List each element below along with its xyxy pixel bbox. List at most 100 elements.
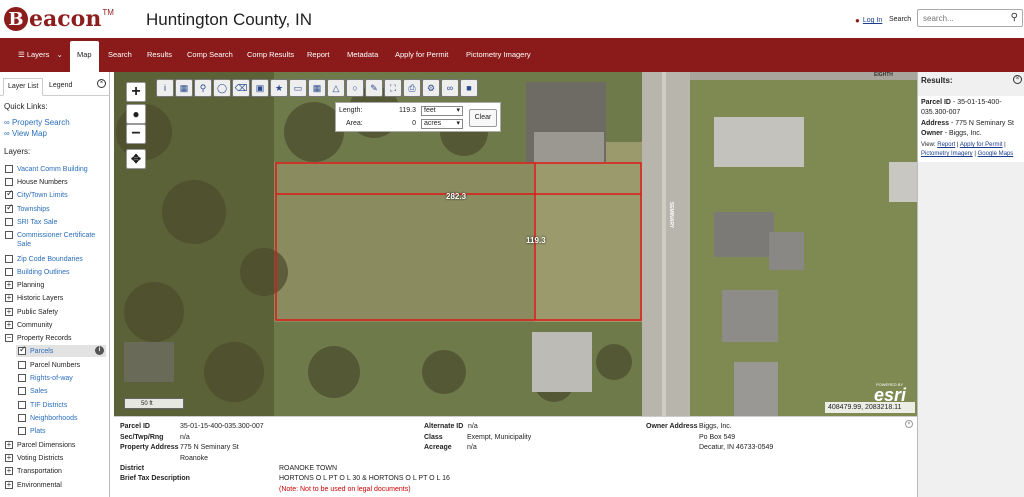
checkbox[interactable] — [5, 231, 13, 239]
zoom-in-button[interactable]: + — [126, 82, 146, 102]
close-icon[interactable]: × — [1013, 75, 1022, 84]
layer-group-environmental[interactable]: + Environmental — [5, 481, 62, 489]
plus-icon[interactable]: + — [5, 294, 13, 302]
checkbox[interactable] — [18, 401, 26, 409]
plus-icon[interactable]: + — [5, 467, 13, 475]
layer-city-town-limits[interactable]: City/Town Limits — [5, 188, 68, 199]
settings-icon[interactable]: ⚙ — [422, 79, 440, 97]
map-view[interactable]: SEMINARY EIGHTH 282.3 119.3 + ● − ✥ i ▦ … — [114, 72, 917, 416]
plus-icon[interactable]: + — [5, 454, 13, 462]
layer-parcel-numbers[interactable]: Parcel Numbers — [18, 361, 80, 369]
measure-area-icon[interactable]: △ — [327, 79, 345, 97]
layer-parcels[interactable]: Parcels — [18, 344, 53, 355]
checkbox[interactable] — [18, 374, 26, 382]
layer-rights-of-way[interactable]: Rights-of-way — [18, 374, 73, 382]
layer-zip-codes[interactable]: Zip Code Boundaries — [5, 255, 83, 263]
checkbox[interactable] — [5, 165, 13, 173]
search-icon[interactable]: ⚲ — [1011, 12, 1018, 23]
nav-layers[interactable]: ☰ Layers ⌄ — [18, 38, 63, 72]
search-box[interactable]: ⚲ — [917, 9, 1023, 27]
measure-circle-icon[interactable]: ○ — [346, 79, 364, 97]
area-unit-select[interactable]: acres — [421, 119, 463, 129]
view-map-link[interactable]: ∞ View Map — [4, 129, 47, 138]
layer-neighborhoods[interactable]: Neighborhoods — [18, 414, 77, 422]
identify-icon[interactable]: i — [156, 79, 174, 97]
layer-group-community[interactable]: + Community — [5, 321, 52, 329]
tab-legend[interactable]: Legend — [45, 78, 76, 96]
layer-tif-districts[interactable]: TIF Districts — [18, 401, 67, 409]
highlight-icon[interactable]: ★ — [270, 79, 288, 97]
checkbox[interactable] — [18, 414, 26, 422]
property-search-link[interactable]: ∞ Property Search — [4, 118, 70, 127]
nav-pictometry[interactable]: Pictometry Imagery — [466, 38, 531, 72]
save-icon[interactable]: ■ — [460, 79, 478, 97]
login-link[interactable]: Log In — [863, 17, 882, 24]
checkbox-checked[interactable] — [18, 344, 27, 355]
layer-townships[interactable]: Townships — [5, 202, 50, 213]
layer-plats[interactable]: Plats — [18, 427, 46, 435]
zoom-out-button[interactable]: − — [126, 124, 146, 144]
zoom-select-icon[interactable]: ⚲ — [194, 79, 212, 97]
nav-comp-results[interactable]: Comp Results — [247, 38, 294, 72]
apply-permit-link[interactable]: Apply for Permit — [960, 142, 1003, 148]
layer-group-property-records[interactable]: − Property Records — [5, 334, 71, 342]
layer-building-outlines[interactable]: Building Outlines — [5, 268, 70, 276]
checkbox[interactable] — [18, 361, 26, 369]
clear-button[interactable]: Clear — [469, 109, 497, 127]
length-unit-select[interactable]: feet — [421, 106, 463, 116]
lasso-icon[interactable]: ◯ — [213, 79, 231, 97]
layer-group-transportation[interactable]: + Transportation — [5, 467, 62, 475]
nav-comp-search[interactable]: Comp Search — [187, 38, 233, 72]
close-icon[interactable]: × — [905, 420, 913, 428]
full-extent-icon[interactable]: ⛶ — [384, 79, 402, 97]
plus-icon[interactable]: + — [5, 481, 13, 489]
layers-icon[interactable]: ▭ — [289, 79, 307, 97]
pictometry-link[interactable]: Pictometry Imagery — [921, 151, 973, 157]
close-icon[interactable]: × — [97, 79, 106, 88]
google-maps-link[interactable]: Google Maps — [978, 151, 1014, 157]
plus-icon[interactable]: + — [5, 321, 13, 329]
minus-icon[interactable]: − — [5, 334, 13, 342]
nav-search[interactable]: Search — [108, 38, 132, 72]
layer-group-public-safety[interactable]: + Public Safety — [5, 308, 58, 316]
grid-icon[interactable]: ▦ — [308, 79, 326, 97]
result-card[interactable]: Parcel ID - 35-01-15-400- 035.300-007 Ad… — [918, 96, 1024, 162]
globe-icon[interactable]: ● — [126, 104, 146, 124]
link-icon[interactable]: ∞ — [441, 79, 459, 97]
layer-vacant-comm[interactable]: Vacant Comm Building — [5, 165, 88, 173]
nav-metadata[interactable]: Metadata — [347, 38, 378, 72]
layer-sales[interactable]: Sales — [18, 387, 48, 395]
layer-group-voting[interactable]: + Voting Districts — [5, 454, 63, 462]
nav-map[interactable]: Map — [70, 41, 99, 72]
eraser-icon[interactable]: ⌫ — [232, 79, 250, 97]
layer-sri-tax-sale[interactable]: SRI Tax Sale — [5, 218, 57, 226]
info-icon[interactable]: i — [95, 346, 104, 355]
buffer-icon[interactable]: ▣ — [251, 79, 269, 97]
nav-results[interactable]: Results — [147, 38, 172, 72]
checkbox[interactable] — [5, 218, 13, 226]
checkbox[interactable] — [5, 268, 13, 276]
plus-icon[interactable]: + — [5, 308, 13, 316]
nav-apply-permit[interactable]: Apply for Permit — [395, 38, 448, 72]
pan-icon[interactable]: ✥ — [126, 149, 146, 169]
report-link[interactable]: Report — [937, 142, 955, 148]
checkbox[interactable] — [18, 387, 26, 395]
plus-icon[interactable]: + — [5, 281, 13, 289]
print-icon[interactable]: ⎙ — [403, 79, 421, 97]
layer-house-numbers[interactable]: House Numbers — [5, 178, 68, 186]
select-icon[interactable]: ▦ — [175, 79, 193, 97]
checkbox[interactable] — [5, 255, 13, 263]
beacon-logo[interactable]: B eacon TM — [4, 6, 114, 32]
plus-icon[interactable]: + — [5, 441, 13, 449]
draw-icon[interactable]: ✎ — [365, 79, 383, 97]
layer-group-historic[interactable]: + Historic Layers — [5, 294, 63, 302]
tab-layer-list[interactable]: Layer List — [3, 78, 44, 96]
checkbox-checked[interactable] — [5, 202, 14, 213]
search-input[interactable] — [918, 10, 1004, 26]
checkbox[interactable] — [18, 427, 26, 435]
nav-report[interactable]: Report — [307, 38, 330, 72]
checkbox-checked[interactable] — [5, 188, 14, 199]
checkbox[interactable] — [5, 178, 13, 186]
layer-group-parcel-dimensions[interactable]: + Parcel Dimensions — [5, 441, 75, 449]
layer-group-planning[interactable]: + Planning — [5, 281, 44, 289]
